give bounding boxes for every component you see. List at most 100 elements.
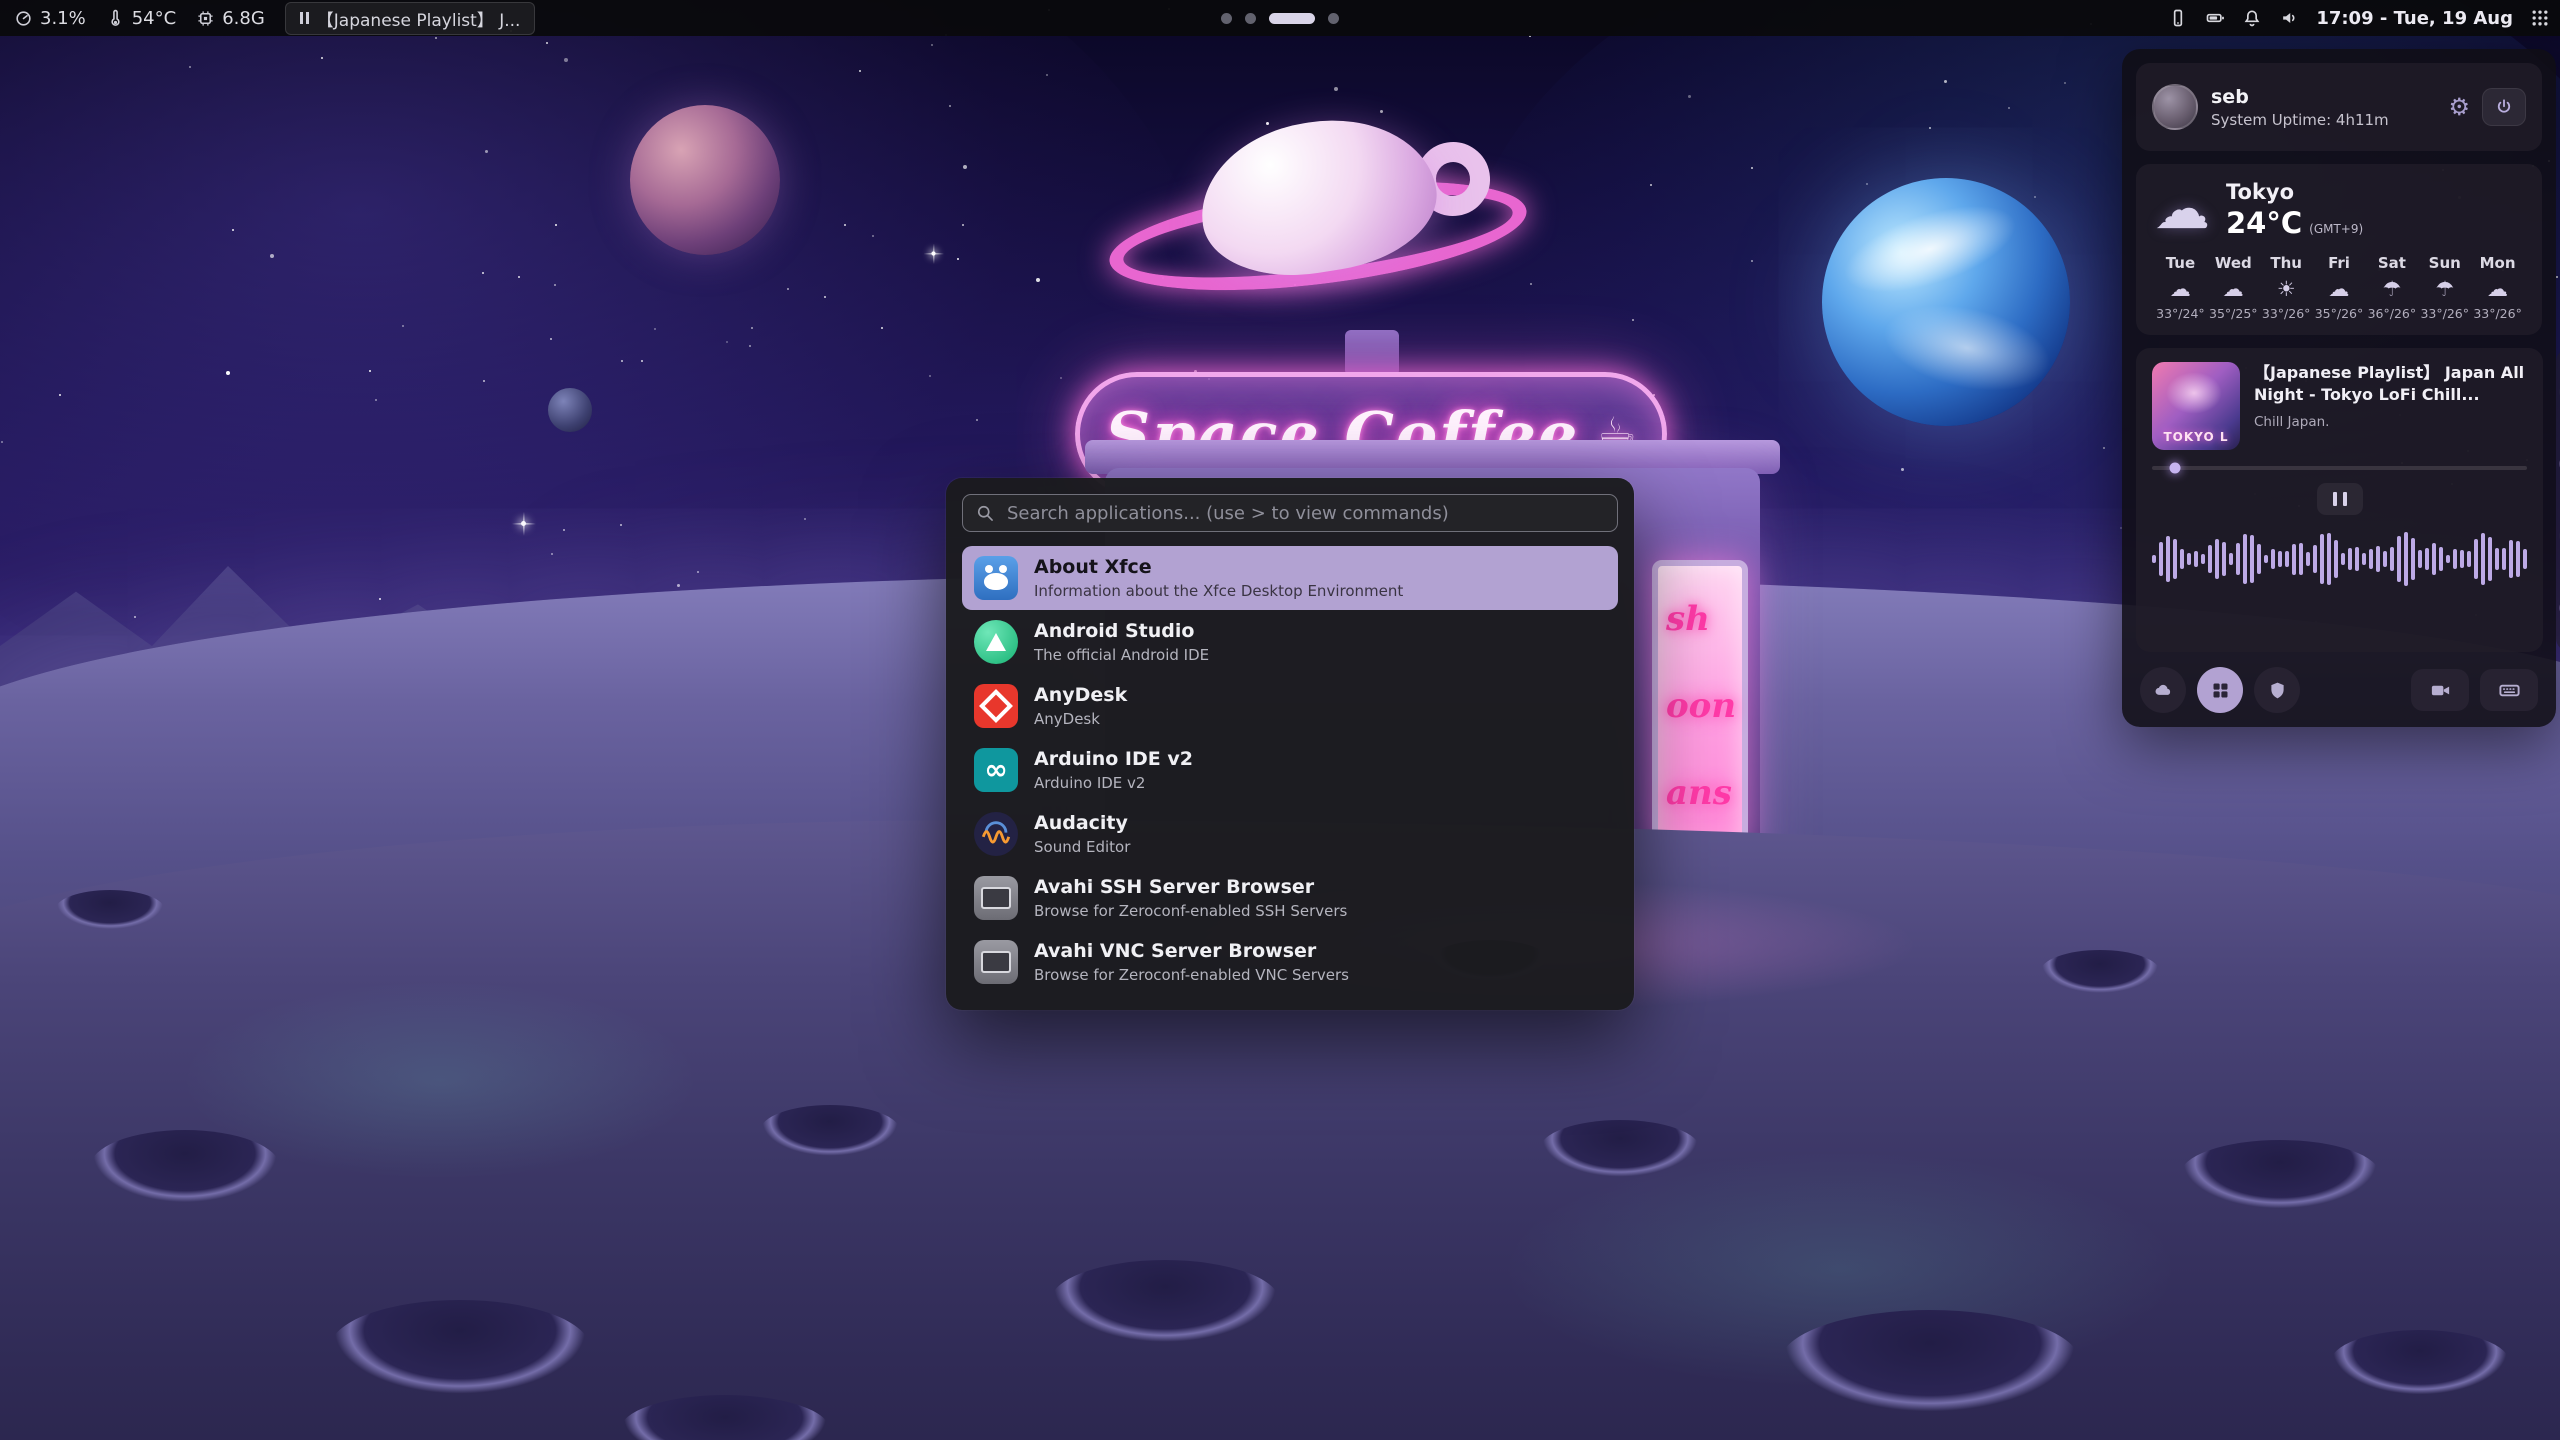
- keyboard-button[interactable]: [2480, 669, 2538, 711]
- cloud-icon: ☁: [2154, 182, 2210, 238]
- temp-indicator[interactable]: 54°C: [106, 8, 176, 29]
- clock[interactable]: 17:09 - Tue, 19 Aug: [2316, 8, 2513, 29]
- top-panel: 3.1% 54°C 6.8G 【Japanese Playlist】 J...: [0, 0, 2560, 36]
- app-title: About Xfce: [1034, 556, 1403, 580]
- workspace-switcher: [1221, 0, 1339, 36]
- app-list: About Xfce Information about the Xfce De…: [962, 546, 1618, 994]
- weather-timezone: (GMT+9): [2309, 222, 2363, 236]
- cpu-indicator[interactable]: 3.1%: [14, 8, 86, 29]
- settings-gear-icon[interactable]: ⚙: [2448, 95, 2470, 119]
- weather-temp: 24°C: [2226, 206, 2302, 240]
- forecast-day-wed: Wed☁35°/25°: [2207, 254, 2260, 321]
- seek-handle[interactable]: [2169, 463, 2180, 474]
- cloud-icon: ☁: [2223, 279, 2244, 300]
- app-title: Android Studio: [1034, 620, 1209, 644]
- forecast-day-tue: Tue☁33°/24°: [2154, 254, 2207, 321]
- memory-value: 6.8G: [222, 8, 265, 29]
- temp-value: 54°C: [132, 8, 176, 29]
- cloud-icon: ☁: [2487, 279, 2508, 300]
- cloud-icon: ☁: [2170, 279, 2191, 300]
- workspace-dot-active[interactable]: [1269, 13, 1315, 24]
- media-player-card: TOKYO L 【Japanese Playlist】 Japan All Ni…: [2136, 348, 2543, 652]
- system-uptime: System Uptime: 4h11m: [2211, 111, 2389, 129]
- app-launcher: About Xfce Information about the Xfce De…: [946, 478, 1634, 1010]
- search-icon: [975, 503, 995, 523]
- app-row-anydesk[interactable]: AnyDesk AnyDesk: [962, 674, 1618, 738]
- memory-indicator[interactable]: 6.8G: [196, 8, 265, 29]
- sidebar-dock: [2136, 665, 2542, 713]
- avahi-icon: [974, 876, 1018, 920]
- crater: [1540, 1120, 1700, 1178]
- app-row-avahi-vnc[interactable]: Avahi VNC Server Browser Browse for Zero…: [962, 930, 1618, 994]
- sun-icon: ☀: [2277, 279, 2296, 300]
- workspace-dot[interactable]: [1221, 13, 1232, 24]
- app-row-audacity[interactable]: Audacity Sound Editor: [962, 802, 1618, 866]
- audacity-icon: [974, 812, 1018, 856]
- crater: [2180, 1140, 2380, 1210]
- phone-link-icon[interactable]: [2168, 8, 2188, 28]
- weather-card: ☁ Tokyo 24°C (GMT+9) Tue☁33°/24°Wed☁35°/…: [2136, 164, 2542, 335]
- app-desc: Sound Editor: [1034, 838, 1130, 856]
- screen-record-button[interactable]: [2411, 669, 2469, 711]
- app-title: Avahi SSH Server Browser: [1034, 876, 1347, 900]
- rain-icon: ☂: [2435, 279, 2454, 300]
- cloud-button[interactable]: [2140, 667, 2186, 713]
- workspace-dot[interactable]: [1245, 13, 1256, 24]
- cpu-value: 3.1%: [40, 8, 86, 29]
- crater: [1780, 1310, 2080, 1414]
- media-widget-label: 【Japanese Playlist】 J...: [317, 6, 521, 31]
- avatar: [2152, 84, 2198, 130]
- cafe-window: sh oon ans: [1652, 560, 1748, 852]
- avahi-icon: [974, 940, 1018, 984]
- keyboard-icon: [2498, 679, 2521, 702]
- stats-column: 3.1%◔54°C♨14%⚙24%▤: [2556, 348, 2560, 652]
- thermometer-icon: [106, 9, 125, 28]
- app-desc: Browse for Zeroconf-enabled VNC Servers: [1034, 966, 1349, 984]
- user-name: seb: [2211, 86, 2389, 108]
- weather-city: Tokyo: [2226, 180, 2363, 204]
- app-grid-icon[interactable]: [2530, 8, 2550, 28]
- search-input[interactable]: [962, 494, 1618, 532]
- forecast-day-sat: Sat☂36°/26°: [2365, 254, 2418, 321]
- arduino-icon: [974, 748, 1018, 792]
- app-row-about-xfce[interactable]: About Xfce Information about the Xfce De…: [962, 546, 1618, 610]
- waveform: [2152, 527, 2527, 591]
- app-title: Arduino IDE v2: [1034, 748, 1193, 772]
- pause-icon: [300, 12, 303, 24]
- app-row-avahi-ssh[interactable]: Avahi SSH Server Browser Browse for Zero…: [962, 866, 1618, 930]
- power-button[interactable]: [2482, 88, 2526, 126]
- app-desc: Information about the Xfce Desktop Envir…: [1034, 582, 1403, 600]
- track-title: 【Japanese Playlist】 Japan All Night - To…: [2254, 362, 2527, 407]
- crater: [330, 1300, 590, 1396]
- battery-icon[interactable]: [2205, 8, 2225, 28]
- workspace-dot[interactable]: [1328, 13, 1339, 24]
- purple-planet: [630, 105, 780, 255]
- video-camera-icon: [2429, 679, 2452, 702]
- window-neon-text: sh: [1666, 599, 1710, 639]
- app-desc: Arduino IDE v2: [1034, 774, 1193, 792]
- volume-icon[interactable]: [2279, 8, 2299, 28]
- pause-button[interactable]: [2317, 483, 2363, 515]
- seek-bar[interactable]: [2152, 466, 2527, 470]
- album-art: TOKYO L: [2152, 362, 2240, 450]
- window-neon-text: ans: [1666, 773, 1732, 813]
- user-card: seb System Uptime: 4h11m ⚙: [2136, 63, 2542, 151]
- stat-gauge-disk: 24%▤: [2556, 572, 2560, 644]
- shield-button[interactable]: [2254, 667, 2300, 713]
- crater: [760, 1105, 900, 1157]
- crater: [90, 1130, 280, 1204]
- star-sparkle: [931, 251, 935, 255]
- app-desc: Browse for Zeroconf-enabled SSH Servers: [1034, 902, 1347, 920]
- media-widget[interactable]: 【Japanese Playlist】 J...: [285, 2, 536, 35]
- album-art-label: TOKYO L: [2152, 430, 2240, 444]
- track-subtitle: Chill Japan.: [2254, 414, 2527, 430]
- window-neon-text: oon: [1666, 686, 1736, 726]
- apps-button[interactable]: [2197, 667, 2243, 713]
- crater: [2330, 1330, 2510, 1396]
- app-row-android-studio[interactable]: Android Studio The official Android IDE: [962, 610, 1618, 674]
- notification-bell-icon[interactable]: [2242, 8, 2262, 28]
- app-title: Avahi VNC Server Browser: [1034, 940, 1349, 964]
- android-studio-icon: [974, 620, 1018, 664]
- app-row-arduino[interactable]: Arduino IDE v2 Arduino IDE v2: [962, 738, 1618, 802]
- cpu-gauge-icon: [14, 9, 33, 28]
